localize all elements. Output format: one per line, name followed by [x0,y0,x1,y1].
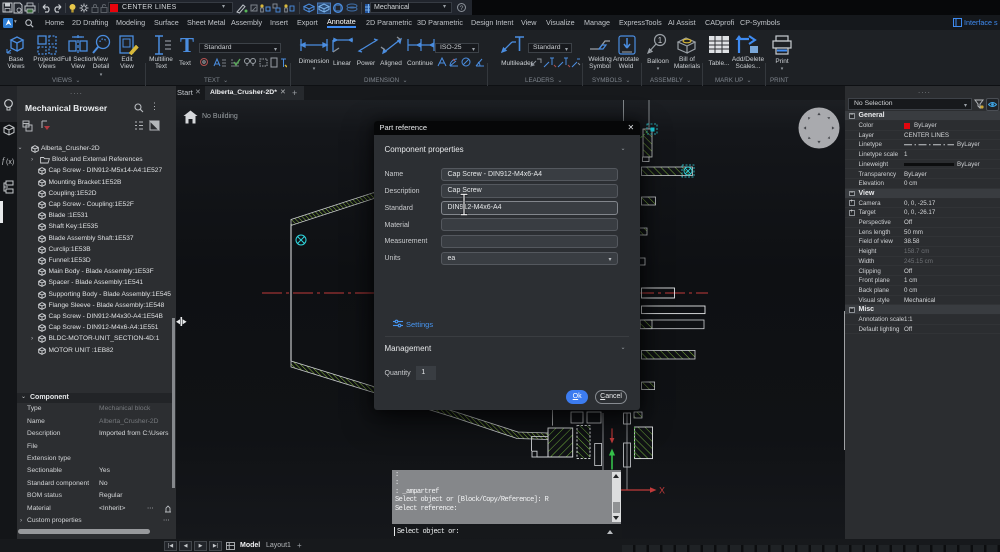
svg-text:X: X [659,486,665,496]
svg-text:(x): (x) [6,159,14,166]
svg-text:1: 1 [658,36,663,45]
